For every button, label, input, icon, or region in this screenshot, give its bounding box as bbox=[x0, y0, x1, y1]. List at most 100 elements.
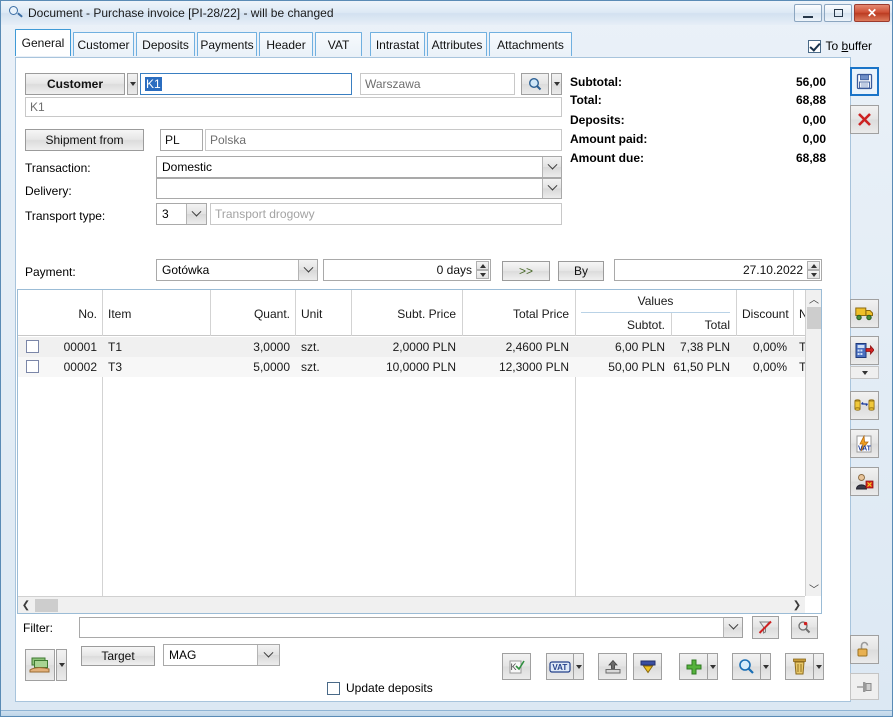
tab-attachments[interactable]: Attachments bbox=[489, 32, 572, 56]
shipment-from-button[interactable]: Shipment from bbox=[25, 129, 144, 151]
vat-register-button[interactable]: VAT bbox=[850, 429, 879, 458]
correction-button[interactable]: K bbox=[502, 653, 531, 680]
grid-h-scroll-thumb[interactable] bbox=[35, 599, 58, 612]
payment-by-button[interactable]: By bbox=[558, 261, 604, 281]
preview-dropdown-caret[interactable] bbox=[760, 653, 771, 680]
customer-code-input[interactable]: K1 bbox=[140, 73, 352, 95]
grid-vertical-scrollbar[interactable]: ︿ ﹀ bbox=[805, 290, 821, 596]
cell-total-price: 2,4600 PLN bbox=[505, 340, 569, 354]
close-button[interactable]: ✕ bbox=[854, 4, 890, 22]
transport-code-dropdown-arrow[interactable] bbox=[186, 204, 206, 224]
transport-code-select[interactable]: 3 bbox=[156, 203, 207, 225]
chevron-down-icon bbox=[58, 663, 65, 667]
tab-vat[interactable]: VAT bbox=[315, 32, 362, 56]
export-up-icon bbox=[605, 659, 620, 673]
transaction-select[interactable]: Domestic bbox=[156, 156, 562, 178]
customer-search-button[interactable] bbox=[521, 73, 549, 95]
customer-dropdown-caret[interactable] bbox=[127, 73, 138, 95]
table-row[interactable]: 00001 T1 3,0000 szt. 2,0000 PLN 2,4600 P… bbox=[18, 337, 821, 357]
transaction-dropdown-arrow[interactable] bbox=[542, 157, 561, 177]
tab-intrastat[interactable]: Intrastat bbox=[370, 32, 425, 56]
cancel-button[interactable] bbox=[850, 105, 879, 134]
deposit-money-dropdown-caret[interactable] bbox=[56, 649, 67, 681]
pin-button[interactable] bbox=[850, 673, 879, 700]
table-row[interactable]: 00002 T3 5,0000 szt. 10,0000 PLN 12,3000… bbox=[18, 357, 821, 377]
warehouse-dropdown-arrow[interactable] bbox=[257, 645, 279, 665]
import-button[interactable] bbox=[633, 653, 662, 680]
customer-name-field[interactable]: K1 bbox=[25, 97, 562, 117]
cell-val-total: 61,50 PLN bbox=[673, 360, 730, 374]
customer-button[interactable]: Customer bbox=[25, 73, 125, 95]
payment-method-select[interactable]: Gotówka bbox=[156, 259, 318, 281]
to-buffer-checkbox[interactable]: To buffer bbox=[807, 39, 872, 53]
export-button[interactable] bbox=[598, 653, 627, 680]
payment-forward-button[interactable]: >> bbox=[502, 261, 550, 281]
add-dropdown-caret[interactable] bbox=[707, 653, 718, 680]
grid-header-total-price[interactable]: Total Price bbox=[463, 303, 574, 325]
transaction-value: Domestic bbox=[162, 160, 213, 174]
deposit-money-button[interactable] bbox=[25, 649, 55, 681]
cell-discount: 0,00% bbox=[752, 340, 787, 354]
grid-header-val-subtot[interactable]: Subtot. bbox=[576, 314, 670, 335]
tab-customer[interactable]: Customer bbox=[73, 32, 134, 56]
grid-header-subt-price[interactable]: Subt. Price bbox=[352, 303, 461, 325]
cell-item: T1 bbox=[108, 340, 123, 354]
shipment-country-name-field[interactable]: Polska bbox=[205, 129, 562, 151]
payment-date-input[interactable]: 27.10.2022 bbox=[614, 259, 822, 281]
add-button[interactable] bbox=[679, 653, 708, 680]
save-button[interactable] bbox=[850, 67, 879, 96]
tab-general[interactable]: General bbox=[15, 29, 71, 56]
preview-button[interactable] bbox=[732, 653, 761, 680]
summary-label-amount-due: Amount due: bbox=[570, 151, 644, 165]
payment-days-spinner[interactable] bbox=[476, 261, 489, 279]
grid-header-item[interactable]: Item bbox=[103, 303, 209, 325]
customer-city-field[interactable]: Warszawa bbox=[360, 73, 515, 95]
maximize-button[interactable] bbox=[824, 4, 852, 22]
delete-button[interactable] bbox=[785, 653, 814, 680]
scroll-left-icon[interactable]: ❮ bbox=[18, 597, 34, 613]
grid-header-unit[interactable]: Unit bbox=[296, 303, 350, 325]
scroll-right-icon[interactable]: ❯ bbox=[789, 597, 805, 613]
invoice-lines-grid[interactable]: No. Item Quant. Unit Subt. Price Total P… bbox=[17, 289, 822, 614]
grid-header-discount[interactable]: Discount bbox=[737, 303, 792, 325]
grid-header-no[interactable]: No. bbox=[18, 303, 102, 325]
scroll-up-icon[interactable]: ︿ bbox=[806, 290, 821, 306]
currency-button[interactable] bbox=[850, 391, 879, 420]
filter-builder-button[interactable] bbox=[791, 616, 818, 639]
grid-v-scroll-thumb[interactable] bbox=[807, 307, 821, 329]
delete-dropdown-caret[interactable] bbox=[813, 653, 824, 680]
generate-document-button[interactable] bbox=[850, 336, 879, 365]
cell-val-subtot: 6,00 PLN bbox=[614, 340, 665, 354]
tab-attributes[interactable]: Attributes bbox=[427, 32, 487, 56]
grid-header-quant[interactable]: Quant. bbox=[211, 303, 295, 325]
payment-days-input[interactable]: 0 days bbox=[323, 259, 491, 281]
delivery-select[interactable] bbox=[156, 178, 562, 199]
filter-dropdown-caret[interactable] bbox=[723, 617, 743, 638]
vat-dropdown-caret[interactable] bbox=[573, 653, 584, 680]
generate-document-dropdown-caret[interactable] bbox=[850, 366, 879, 379]
customer-search-dropdown-caret[interactable] bbox=[551, 73, 562, 95]
payment-method-dropdown-arrow[interactable] bbox=[298, 260, 317, 280]
payment-date-spinner[interactable] bbox=[807, 261, 820, 279]
filter-clear-button[interactable] bbox=[752, 616, 779, 639]
delivery-dropdown-arrow[interactable] bbox=[542, 179, 561, 198]
warehouse-select[interactable]: MAG bbox=[163, 644, 280, 666]
vat-button[interactable]: VAT bbox=[546, 653, 574, 680]
target-button[interactable]: Target bbox=[81, 646, 155, 666]
lock-button[interactable] bbox=[850, 635, 879, 664]
grid-header-val-total[interactable]: Total bbox=[672, 314, 735, 335]
shipment-button[interactable] bbox=[850, 299, 879, 328]
tab-payments[interactable]: Payments bbox=[197, 32, 257, 56]
grid-horizontal-scrollbar[interactable]: ❮ ❯ bbox=[18, 596, 805, 613]
tab-header[interactable]: Header bbox=[259, 32, 313, 56]
scroll-down-icon[interactable]: ﹀ bbox=[806, 580, 821, 596]
user-operations-button[interactable] bbox=[850, 467, 879, 496]
filter-input[interactable] bbox=[79, 617, 743, 638]
cell-no: 00002 bbox=[63, 360, 97, 374]
shipment-country-code-input[interactable]: PL bbox=[160, 129, 203, 151]
update-deposits-checkbox[interactable]: Update deposits bbox=[327, 681, 433, 695]
close-icon: ✕ bbox=[866, 6, 878, 20]
transport-name-field[interactable]: Transport drogowy bbox=[210, 203, 562, 225]
minimize-button[interactable] bbox=[794, 4, 822, 22]
tab-deposits[interactable]: Deposits bbox=[136, 32, 195, 56]
